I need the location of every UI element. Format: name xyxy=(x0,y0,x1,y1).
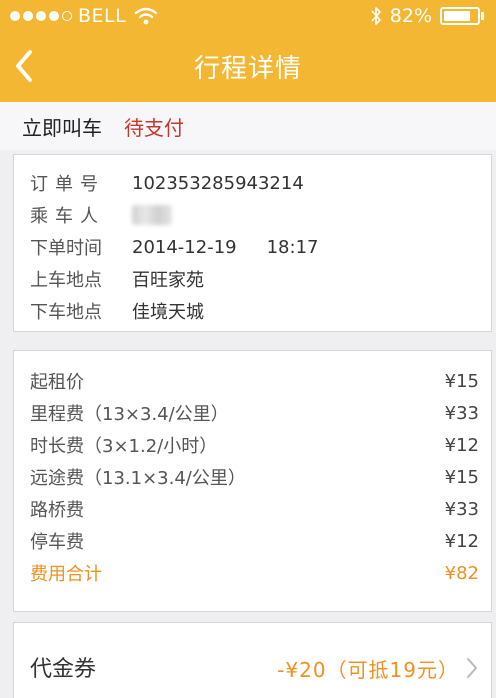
nav-bar: 行程详情 xyxy=(0,32,496,102)
dropoff-row: 下车地点 佳境天城 xyxy=(30,295,491,327)
order-number-value: 102353285943214 xyxy=(132,172,304,194)
order-info-card: 订单号 102353285943214 乘车人 下单时间 2014-12-19 … xyxy=(13,154,492,332)
fee-amount: ¥12 xyxy=(444,530,479,552)
coupon-label: 代金券 xyxy=(30,657,97,682)
status-bar: BELL 82% xyxy=(0,0,496,32)
fee-amount: ¥15 xyxy=(444,370,479,392)
fee-row: 起租价 ¥15 xyxy=(30,365,479,397)
passenger-name-redacted xyxy=(132,205,172,225)
fee-label: 里程费（13×3.4/公里） xyxy=(30,404,229,425)
fee-row: 停车费 ¥12 xyxy=(30,525,479,557)
fee-row: 路桥费 ¥33 xyxy=(30,493,479,525)
order-number-row: 订单号 102353285943214 xyxy=(30,167,491,199)
pickup-value: 百旺家苑 xyxy=(132,270,204,291)
fee-total-label: 费用合计 xyxy=(30,564,102,585)
order-time-value: 18:17 xyxy=(266,236,319,258)
payment-status: 待支付 xyxy=(124,115,184,140)
passenger-label: 乘车人 xyxy=(30,206,105,227)
fee-label: 路桥费 xyxy=(30,500,84,521)
carrier-name: BELL xyxy=(78,5,127,27)
chevron-right-icon xyxy=(467,658,477,678)
fee-row: 远途费（13.1×3.4/公里） ¥15 xyxy=(30,461,479,493)
fee-row: 时长费（3×1.2/小时） ¥12 xyxy=(30,429,479,461)
coupon-row[interactable]: 代金券 -¥20（可抵19元） xyxy=(13,622,492,698)
fee-label: 起租价 xyxy=(30,372,84,393)
passenger-row: 乘车人 xyxy=(30,199,491,231)
page-title: 行程详情 xyxy=(193,54,302,84)
fee-amount: ¥12 xyxy=(444,434,479,456)
fee-total-row: 费用合计 ¥82 xyxy=(30,557,479,589)
fee-row: 里程费（13×3.4/公里） ¥33 xyxy=(30,397,479,429)
dropoff-label: 下车地点 xyxy=(30,302,102,323)
wifi-icon xyxy=(135,7,158,25)
fee-amount: ¥33 xyxy=(444,402,479,424)
signal-strength-icon xyxy=(10,11,72,21)
dropoff-value: 佳境天城 xyxy=(132,302,204,323)
bluetooth-icon xyxy=(371,7,381,25)
order-type: 立即叫车 xyxy=(22,115,102,140)
fee-label: 停车费 xyxy=(30,532,84,553)
battery-percent: 82% xyxy=(389,5,432,27)
battery-icon xyxy=(440,7,484,25)
order-number-label: 订单号 xyxy=(30,174,105,195)
coupon-value: -¥20（可抵19元） xyxy=(277,657,459,682)
order-time-label: 下单时间 xyxy=(30,238,102,259)
pickup-label: 上车地点 xyxy=(30,270,102,291)
fee-amount: ¥33 xyxy=(444,498,479,520)
pickup-row: 上车地点 百旺家苑 xyxy=(30,263,491,295)
order-date-value: 2014-12-19 xyxy=(132,236,237,258)
order-status-row: 立即叫车 待支付 xyxy=(0,102,496,150)
fee-total-amount: ¥82 xyxy=(444,562,479,584)
fee-amount: ¥15 xyxy=(444,466,479,488)
fee-label: 时长费（3×1.2/小时） xyxy=(30,436,218,457)
order-time-row: 下单时间 2014-12-19 18:17 xyxy=(30,231,491,263)
fee-details-card: 起租价 ¥15 里程费（13×3.4/公里） ¥33 时长费（3×1.2/小时）… xyxy=(13,350,492,612)
fee-label: 远途费（13.1×3.4/公里） xyxy=(30,468,246,489)
header: BELL 82% 行程详情 xyxy=(0,0,496,102)
